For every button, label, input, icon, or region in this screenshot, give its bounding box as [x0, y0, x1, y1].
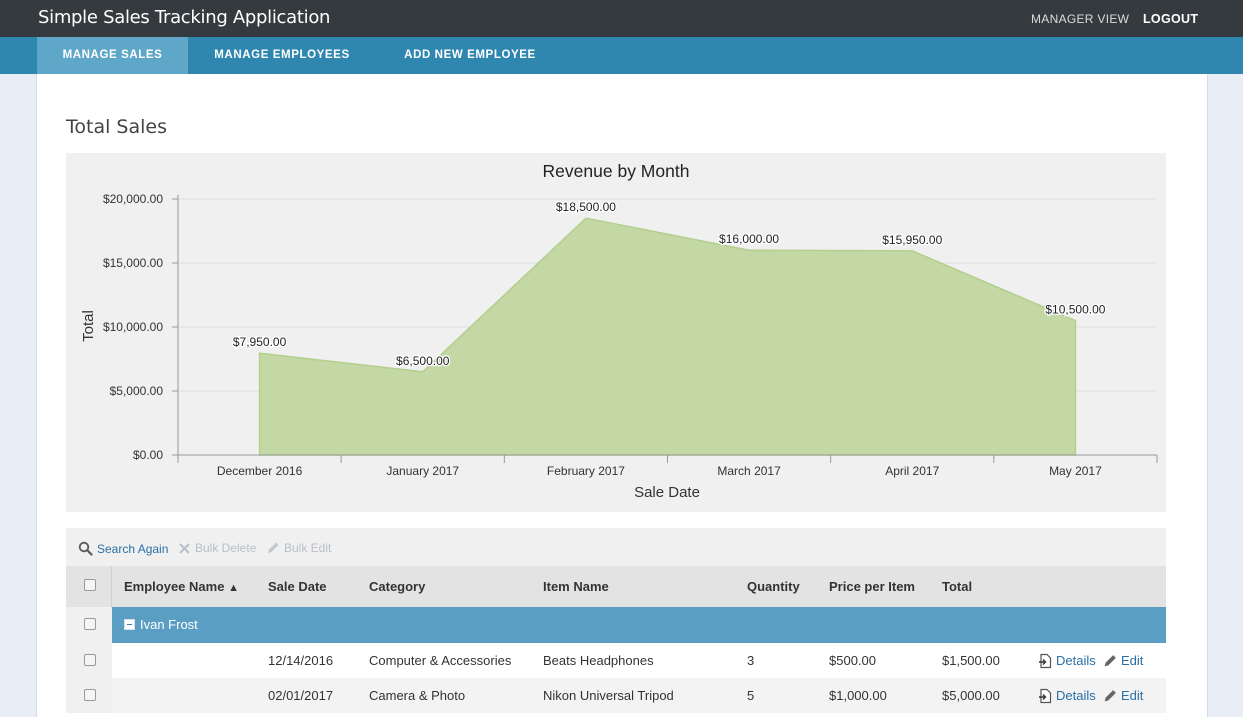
column-header-employee-name[interactable]: Employee Name ▲ [124, 566, 239, 607]
row-checkbox[interactable] [84, 689, 96, 701]
main-nav: MANAGE SALES MANAGE EMPLOYEES ADD NEW EM… [0, 37, 1243, 74]
revenue-chart-svg: $0.00 $5,000.00 $10,000.00 $15,000.00 $20,00… [80, 161, 1158, 501]
x-tick-label: February 2017 [547, 464, 625, 478]
search-icon [78, 541, 93, 556]
cell-category: Camera & Photo [369, 688, 466, 703]
y-tick-label: $0.00 [133, 448, 163, 462]
pencil-icon [1104, 655, 1116, 667]
cell-item-name: Beats Headphones [543, 653, 654, 668]
page-title: Total Sales [66, 116, 167, 138]
column-header-item-name[interactable]: Item Name [543, 566, 609, 607]
app-title: Simple Sales Tracking Application [38, 7, 331, 28]
cell-price-per-item: $1,000.00 [829, 688, 887, 703]
table-row: 02/01/2017 Camera & Photo Nikon Universa… [66, 678, 1166, 713]
pencil-icon [1104, 690, 1116, 702]
sales-grid: Search Again Bulk Delete Bulk Edit Emplo… [66, 528, 1166, 717]
bulk-edit-label: Bulk Edit [284, 541, 332, 555]
revenue-area [258, 217, 1077, 456]
search-again-button[interactable]: Search Again [78, 541, 168, 556]
chart-title: Revenue by Month [543, 161, 690, 181]
column-header-total[interactable]: Total [942, 566, 972, 607]
group-checkbox[interactable] [84, 618, 96, 630]
cell-item-name: Nikon Universal Tripod [543, 688, 674, 703]
y-tick-label: $15,000.00 [103, 256, 163, 270]
edit-link[interactable]: Edit [1103, 678, 1143, 713]
search-again-label: Search Again [97, 541, 169, 556]
cell-total: $1,500.00 [942, 653, 1000, 668]
tab-manage-employees[interactable]: MANAGE EMPLOYEES [188, 37, 376, 74]
chart-x-axis-title: Sale Date [634, 484, 700, 501]
group-row: Ivan Frost [66, 607, 1166, 643]
details-icon [1039, 688, 1052, 703]
row-select-cell [66, 678, 112, 713]
data-label: $16,000.00 [719, 232, 779, 246]
edit-label: Edit [1121, 653, 1144, 668]
cell-sale-date: 02/01/2017 [268, 688, 334, 703]
logout-link[interactable]: LOGOUT [1143, 12, 1198, 26]
details-icon [1039, 653, 1052, 668]
column-header-employee-name-label: Employee Name [124, 579, 225, 594]
cell-quantity: 5 [747, 688, 755, 703]
sort-ascending-icon: ▲ [228, 582, 239, 594]
x-tick-label: December 2016 [217, 464, 303, 478]
x-tick-label: March 2017 [717, 464, 781, 478]
select-all-cell [66, 566, 112, 607]
group-select-cell [66, 607, 112, 643]
column-header-category[interactable]: Category [369, 566, 425, 607]
y-tick-label: $10,000.00 [103, 320, 163, 334]
tab-manage-sales[interactable]: MANAGE SALES [37, 37, 188, 74]
chart-y-axis-title: Total [80, 310, 97, 342]
bulk-delete-label: Bulk Delete [195, 541, 257, 555]
data-point [422, 371, 424, 373]
pencil-icon [268, 542, 279, 553]
cell-category: Computer & Accessories [369, 653, 512, 668]
column-header-price-per-item[interactable]: Price per Item [829, 566, 915, 607]
revenue-chart: $0.00 $5,000.00 $10,000.00 $15,000.00 $20,00… [66, 153, 1166, 512]
grid-header-row: Employee Name ▲ Sale Date Category Item … [66, 566, 1166, 607]
manager-view-link[interactable]: MANAGER VIEW [1031, 12, 1129, 26]
data-label: $18,500.00 [556, 200, 616, 214]
column-header-sale-date[interactable]: Sale Date [268, 566, 327, 607]
data-label: $6,500.00 [396, 354, 450, 368]
grid-toolbar: Search Again Bulk Delete Bulk Edit [66, 528, 1166, 566]
cell-total: $5,000.00 [942, 688, 1000, 703]
close-icon [179, 542, 190, 554]
edit-link[interactable]: Edit [1103, 643, 1143, 678]
details-label: Details [1056, 688, 1096, 703]
data-point [748, 249, 750, 251]
cell-quantity: 3 [747, 653, 755, 668]
data-point [585, 217, 587, 219]
details-label: Details [1056, 653, 1096, 668]
data-point [259, 352, 261, 354]
bulk-delete-button[interactable]: Bulk Delete [178, 541, 256, 555]
top-bar: Simple Sales Tracking Application MANAGE… [0, 0, 1243, 37]
y-tick-label: $20,000.00 [103, 192, 163, 206]
select-all-checkbox[interactable] [84, 579, 96, 591]
x-tick-label: May 2017 [1049, 464, 1102, 478]
data-label: $10,500.00 [1045, 303, 1105, 317]
y-tick-label: $5,000.00 [110, 384, 164, 398]
x-tick-label: April 2017 [885, 464, 939, 478]
data-label: $15,950.00 [882, 233, 942, 247]
details-link[interactable]: Details [1038, 643, 1096, 678]
row-select-cell [66, 643, 112, 678]
cell-price-per-item: $500.00 [829, 653, 876, 668]
bulk-edit-button[interactable]: Bulk Edit [266, 541, 331, 555]
edit-label: Edit [1121, 688, 1144, 703]
cell-sale-date: 12/14/2016 [268, 653, 334, 668]
data-point [911, 250, 913, 252]
column-header-quantity[interactable]: Quantity [747, 566, 800, 607]
group-label: Ivan Frost [140, 617, 198, 632]
tab-add-new-employee[interactable]: ADD NEW EMPLOYEE [376, 37, 564, 74]
x-tick-label: January 2017 [386, 464, 459, 478]
row-checkbox[interactable] [84, 654, 96, 666]
details-link[interactable]: Details [1038, 678, 1096, 713]
data-label: $7,950.00 [233, 335, 287, 349]
collapse-icon[interactable] [124, 619, 135, 630]
data-point [1074, 320, 1076, 322]
table-row: 12/14/2016 Computer & Accessories Beats … [66, 643, 1166, 678]
